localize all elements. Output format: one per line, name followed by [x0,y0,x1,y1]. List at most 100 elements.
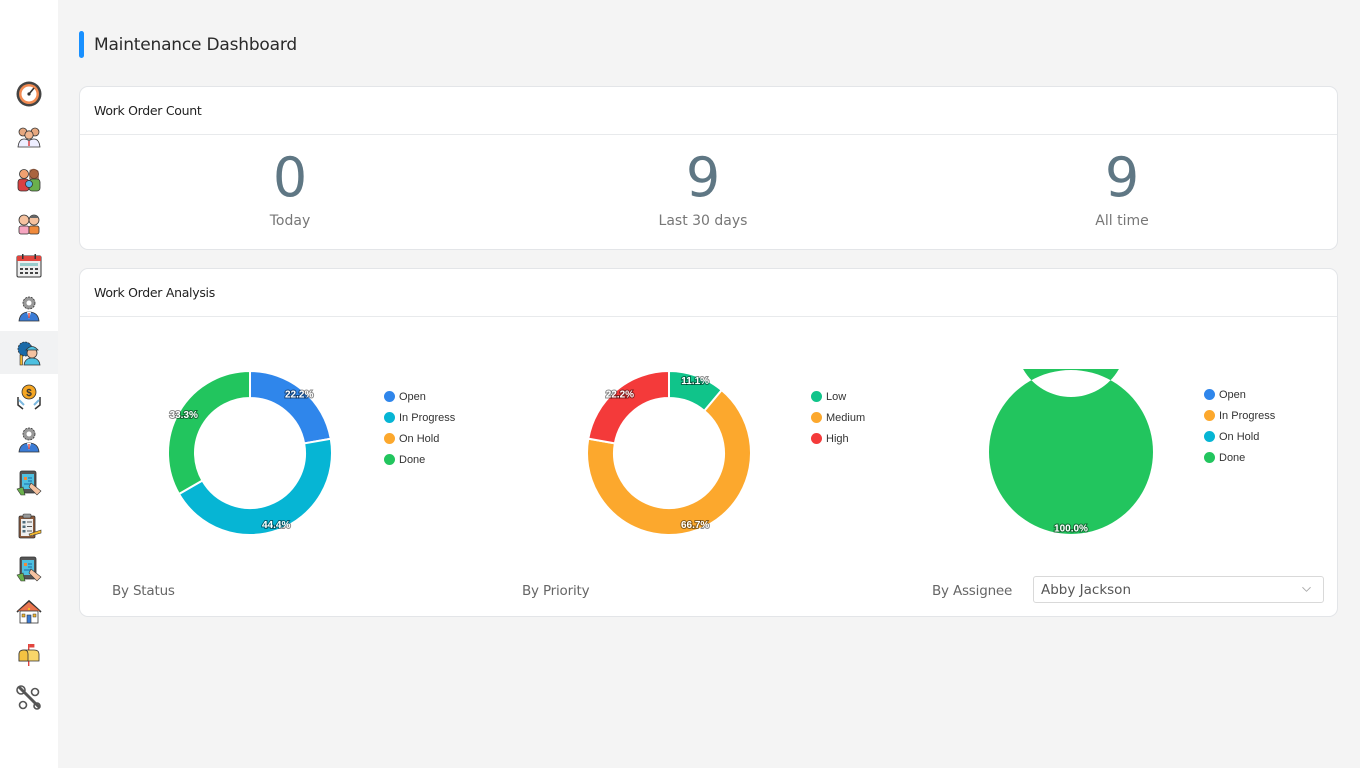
assignee-donut-chart: 100.0% [988,287,1154,540]
stat-value: 9 [685,146,721,209]
work-order-count-card: Work Order Count 0 Today 9 Last 30 days … [79,86,1338,250]
calendar-icon [16,253,42,277]
slice-label: 22.2% [606,389,634,400]
page-title-text: Maintenance Dashboard [94,34,297,55]
donut-slice-open[interactable] [249,369,332,445]
sidebar-item-checklist[interactable] [0,504,58,547]
status-donut-svg: 22.2% 44.4% 33.3% [167,369,333,536]
slice-label: 22.2% [285,389,313,400]
slice-label: 44.4% [262,520,290,531]
sidebar-item-settings[interactable] [0,676,58,719]
stat-label: Last 30 days [658,213,748,229]
sidebar-item-administration[interactable] [0,418,58,461]
legend-label: In Progress [399,411,456,424]
title-accent-bar [79,31,84,58]
status-legend: Open In Progress On Hold Done [384,386,455,470]
work-order-analysis-card: Work Order Analysis 22.2% 44.4% 33.3% Open… [79,268,1338,617]
by-assignee-label: By Assignee [932,583,1013,599]
sidebar-item-devices[interactable] [0,547,58,590]
assignee-legend: Open In Progress On Hold Done [1204,384,1275,468]
sidebar-item-properties[interactable] [0,590,58,633]
manager-gear-icon [18,296,40,321]
tablet-hand-icon [16,470,42,495]
legend-color-dot [1204,431,1215,442]
legend-item-done[interactable]: Done [384,449,455,470]
donut-slice-in-progress[interactable] [177,437,333,536]
assignee-select[interactable]: Abby Jackson [1033,576,1324,603]
legend-item-low[interactable]: Low [811,386,865,407]
legend-color-dot [384,391,395,402]
legend-color-dot [1204,410,1215,421]
maintenance-worker-icon [17,341,41,365]
page-title: Maintenance Dashboard [79,31,297,58]
team-icon [17,127,41,147]
card-title: Work Order Analysis [80,269,1337,317]
legend-color-dot [811,412,822,423]
assignee-select-value: Abby Jackson [1041,581,1131,598]
legend-label: Open [1219,388,1246,401]
legend-item-done[interactable]: Done [1204,447,1275,468]
legend-item-in-progress[interactable]: In Progress [1204,405,1275,426]
svg-text:$: $ [26,388,32,399]
chevron-down-icon [1302,586,1311,592]
sidebar-item-dashboard[interactable] [0,72,58,115]
legend-label: On Hold [1219,430,1260,443]
priority-donut-chart: 11.1% 66.7% 22.2% [586,369,752,541]
legend-color-dot [384,412,395,423]
donut-slice-done[interactable] [167,369,251,496]
sidebar-item-calendar[interactable] [0,244,58,287]
legend-color-dot [811,433,822,444]
tools-icon [16,684,41,710]
legend-color-dot [384,454,395,465]
house-icon [16,599,42,623]
mailbox-icon [18,643,40,666]
stat-label: All time [1095,213,1149,229]
legend-color-dot [811,391,822,402]
assignee-donut-svg: 100.0% [988,287,1153,536]
couple-icon [18,214,40,234]
legend-label: Medium [826,411,866,424]
legend-item-medium[interactable]: Medium [811,407,865,428]
sidebar-item-management[interactable] [0,287,58,330]
legend-item-open[interactable]: Open [1204,384,1275,405]
legend-color-dot [384,433,395,444]
stat-label: Today [269,213,311,229]
legend-label: Done [399,453,426,466]
priority-donut-svg: 11.1% 66.7% 22.2% [586,369,752,536]
stat-last-30-days: 9 Last 30 days [603,146,803,230]
slice-label: 100.0% [1054,524,1088,535]
sidebar-item-families[interactable] [0,158,58,201]
legend-item-open[interactable]: Open [384,386,455,407]
legend-item-on-hold[interactable]: On Hold [1204,426,1275,447]
sidebar: $ [0,0,58,768]
legend-item-on-hold[interactable]: On Hold [384,428,455,449]
legend-label: Done [1219,451,1246,464]
donut-slice-high[interactable] [587,369,670,445]
sidebar-item-mailbox[interactable] [0,633,58,676]
legend-label: High [826,432,849,445]
sidebar-item-maintenance[interactable] [0,331,58,374]
legend-item-high[interactable]: High [811,428,865,449]
sidebar-item-team[interactable] [0,115,58,158]
slice-label: 33.3% [170,410,198,421]
tablet-hand-icon [16,556,42,581]
slice-label: 11.1% [681,376,709,387]
legend-label: In Progress [1219,409,1276,422]
sidebar-item-tablet[interactable] [0,461,58,504]
slice-label: 66.7% [681,520,709,531]
priority-legend: Low Medium High [811,386,865,449]
sidebar-item-residents[interactable] [0,201,58,244]
by-status-label: By Status [112,583,175,599]
stat-all-time: 9 All time [1022,147,1222,230]
finance-hands-icon: $ [17,384,41,410]
clipboard-icon [18,513,42,538]
legend-color-dot [1204,452,1215,463]
status-donut-chart: 22.2% 44.4% 33.3% [167,369,333,541]
by-priority-label: By Priority [522,583,590,599]
legend-label: On Hold [399,432,440,445]
card-title: Work Order Count [80,87,1337,135]
legend-item-in-progress[interactable]: In Progress [384,407,455,428]
manager-gear-icon [18,427,40,452]
sidebar-item-finance[interactable]: $ [0,375,58,418]
legend-label: Open [399,390,426,403]
